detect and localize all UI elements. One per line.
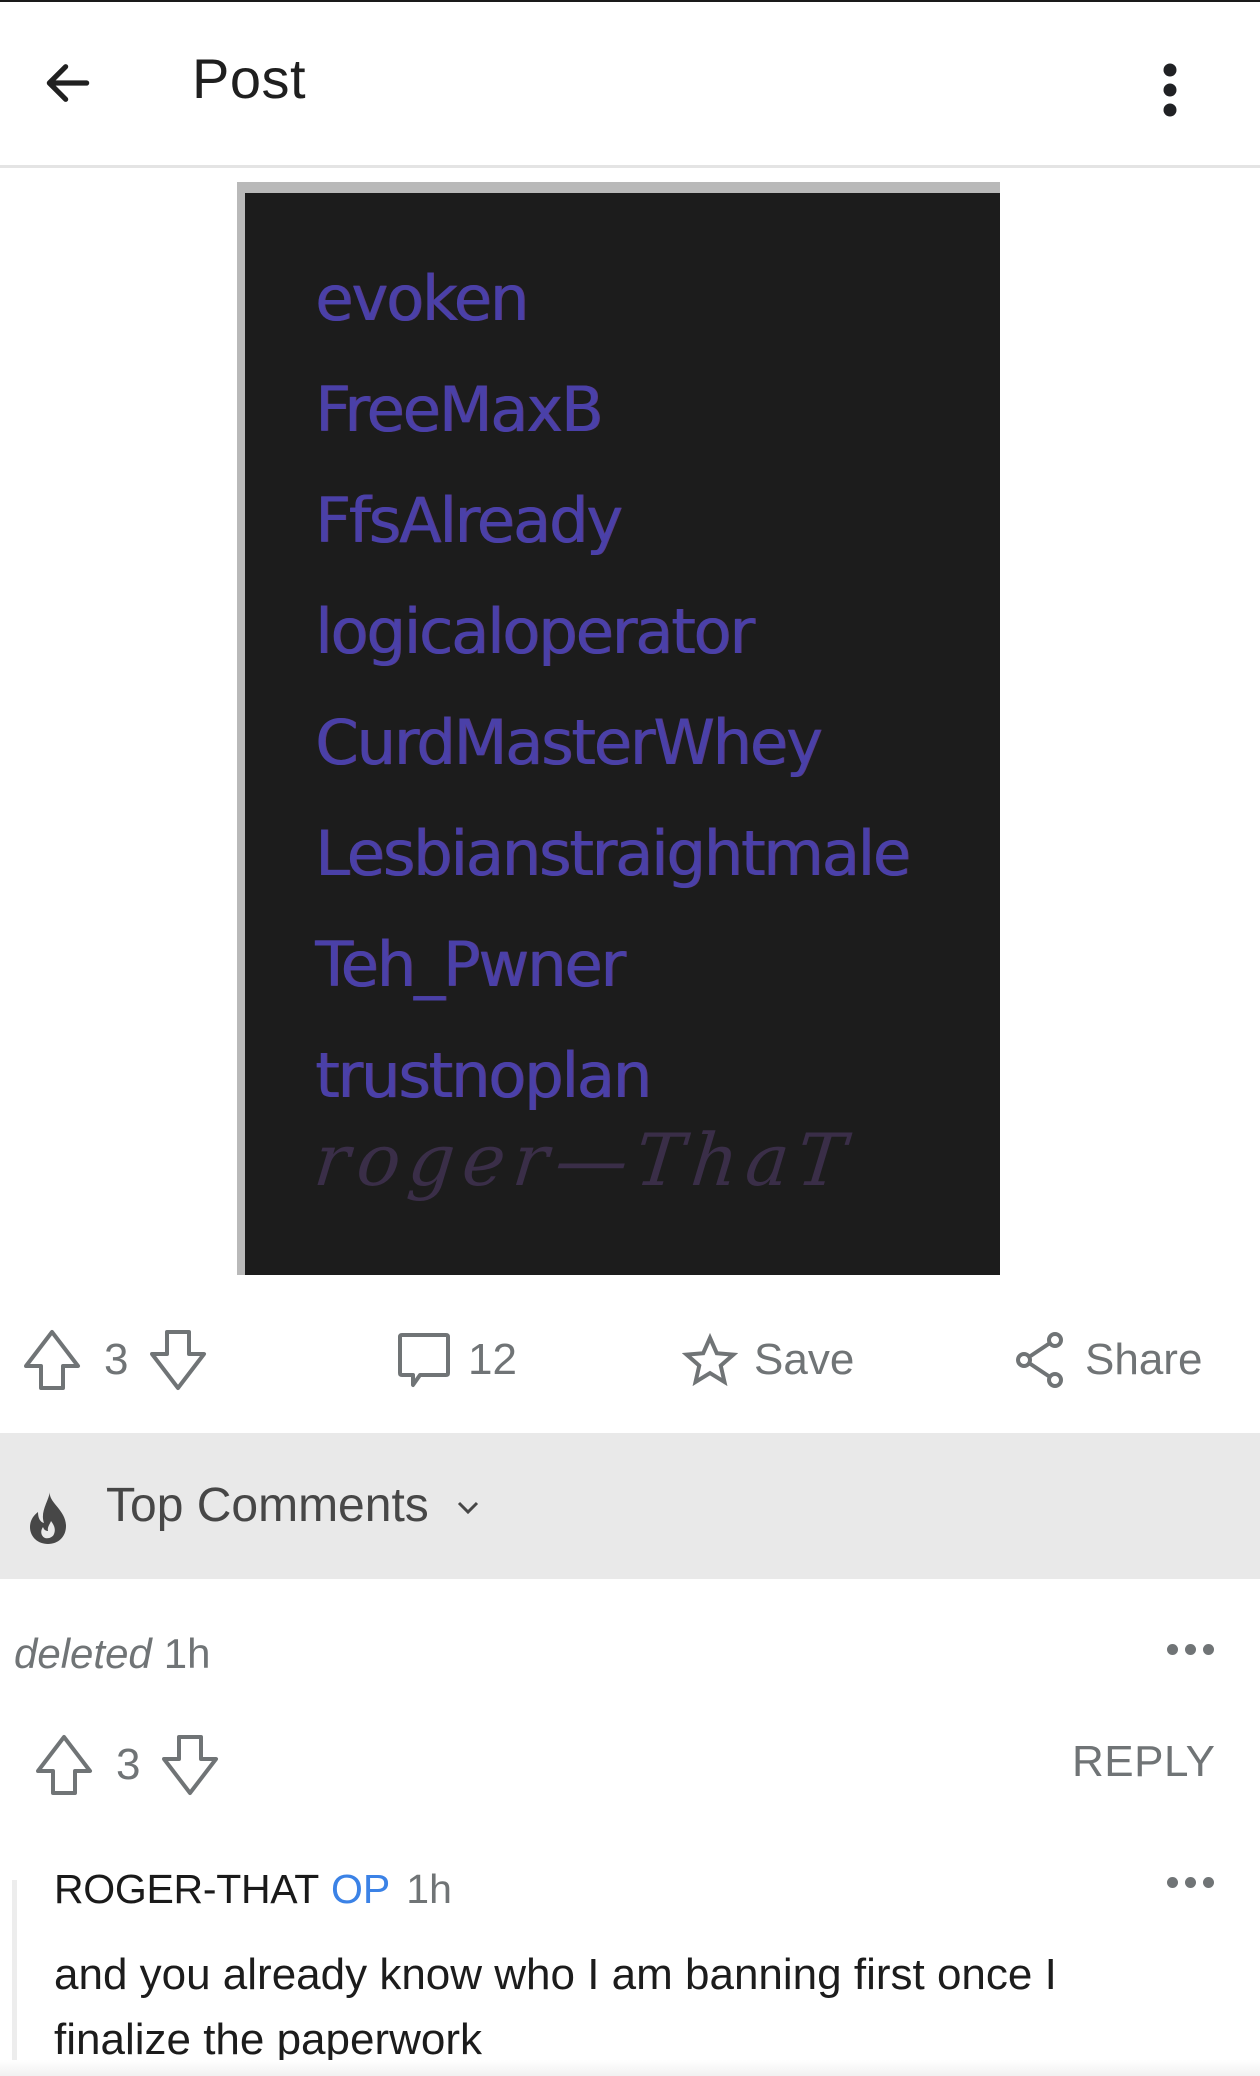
more-options-button[interactable] — [1140, 50, 1200, 130]
comment-more-button[interactable] — [1160, 1629, 1220, 1669]
share-icon — [1016, 1332, 1063, 1388]
sort-label: Top Comments — [106, 1479, 429, 1532]
op-badge: OP — [331, 1866, 391, 1912]
arrow-left-icon — [46, 64, 90, 102]
star-icon — [682, 1332, 738, 1387]
chevron-down-icon — [457, 1501, 479, 1515]
bottom-edge — [0, 2060, 1260, 2076]
flame-icon — [30, 1492, 66, 1544]
comments-count: 12 — [468, 1335, 517, 1384]
comment-meta: ROGER-THAT OP 1h — [54, 1866, 452, 1913]
username-item: trustnoplan — [315, 1039, 652, 1112]
comment-author: deleted — [14, 1630, 152, 1677]
page-title: Post — [192, 47, 307, 110]
username-item: FfsAlready — [315, 484, 623, 557]
more-horizontal-icon — [1184, 1876, 1196, 1888]
more-horizontal-icon — [1166, 1643, 1178, 1655]
more-horizontal-icon — [1202, 1876, 1214, 1888]
username-item: FreeMaxB — [315, 373, 603, 446]
downvote-arrow-icon[interactable] — [148, 1328, 208, 1392]
app-header — [0, 2, 1260, 168]
save-label: Save — [754, 1335, 855, 1384]
username-item: CurdMasterWhey — [315, 706, 823, 779]
share-label: Share — [1085, 1335, 1203, 1384]
comment-time: 1h — [163, 1630, 211, 1677]
comments-button[interactable]: 12 — [396, 1320, 517, 1400]
reply-button[interactable]: REPLY — [1072, 1737, 1216, 1787]
comment-score: 3 — [116, 1740, 141, 1789]
username-list: evoken FreeMaxB FfsAlready logicaloperat… — [315, 243, 911, 1131]
username-item: Teh_Pwner — [315, 928, 626, 1001]
more-vertical-icon — [1163, 63, 1177, 117]
more-horizontal-icon — [1202, 1643, 1214, 1655]
post-score: 3 — [104, 1335, 129, 1384]
upvote-arrow-icon[interactable] — [34, 1733, 94, 1797]
save-button[interactable]: Save — [682, 1320, 854, 1400]
share-button[interactable]: Share — [1015, 1320, 1202, 1400]
comment-vote-group: 3 — [34, 1725, 220, 1805]
comment-more-button[interactable] — [1160, 1862, 1220, 1902]
downvote-arrow-icon[interactable] — [160, 1733, 220, 1797]
more-horizontal-icon — [1166, 1876, 1178, 1888]
username-item: logicaloperator — [315, 595, 755, 668]
username-item: evoken — [315, 262, 529, 335]
handwritten-signature: roger—ThaT — [310, 1118, 858, 1202]
back-button[interactable] — [30, 45, 106, 121]
comment-time: 1h — [406, 1866, 452, 1912]
comment-author[interactable]: ROGER-THAT — [54, 1866, 319, 1912]
post-vote-group: 3 — [22, 1320, 208, 1400]
upvote-arrow-icon[interactable] — [22, 1328, 82, 1392]
thread-line[interactable] — [12, 1880, 17, 2076]
post-image[interactable]: evoken FreeMaxB FfsAlready logicaloperat… — [237, 182, 1000, 1275]
username-item: Lesbianstraightmale — [315, 817, 911, 890]
more-horizontal-icon — [1184, 1643, 1196, 1655]
comment-meta: deleted 1h — [14, 1630, 211, 1678]
comment-bubble-icon — [398, 1333, 450, 1387]
comment-body: and you already know who I am banning fi… — [54, 1950, 1057, 2064]
